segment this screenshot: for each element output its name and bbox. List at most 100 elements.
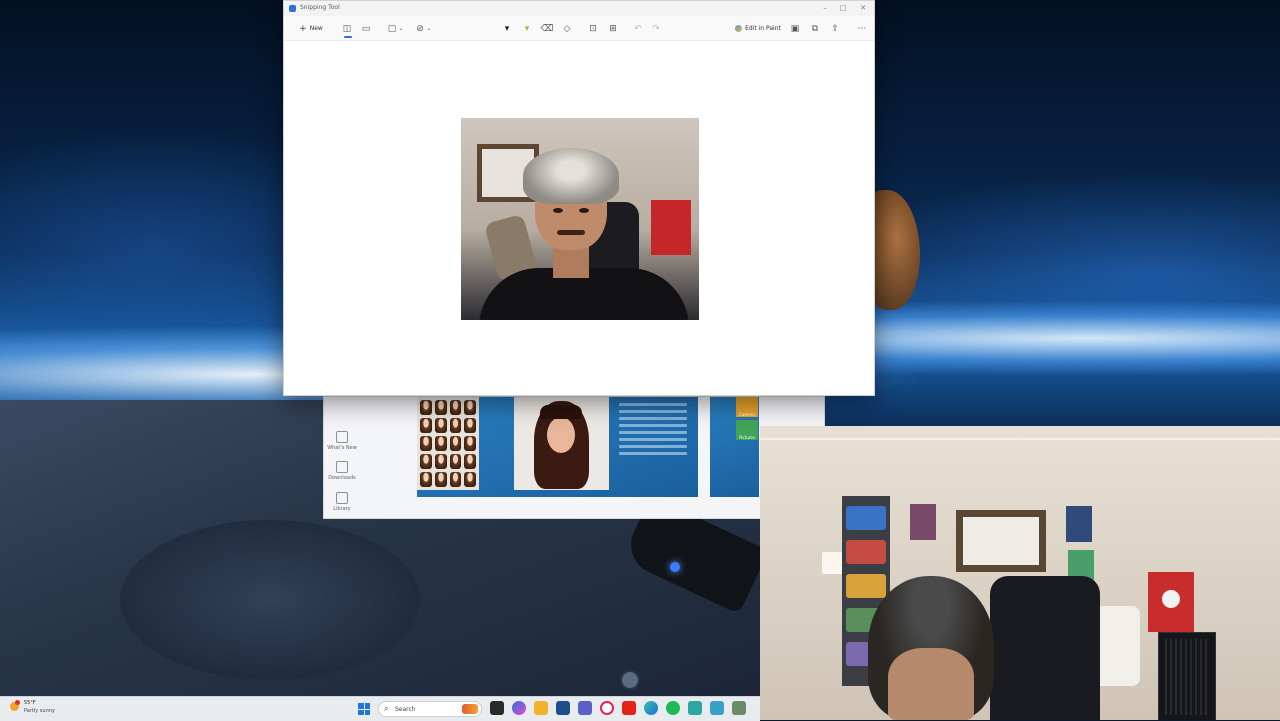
- calculator-icon[interactable]: [732, 701, 746, 715]
- start-button[interactable]: [358, 703, 370, 715]
- app-listing-card[interactable]: [417, 397, 698, 497]
- window-title: Snipping Tool: [300, 4, 340, 11]
- poster: [910, 504, 936, 540]
- share-icon: ⇪: [831, 23, 839, 34]
- redo-button[interactable]: ↷: [650, 22, 662, 35]
- pc-tower: [1158, 632, 1216, 720]
- tile-pictures: Pictures: [736, 420, 758, 440]
- edit-in-paint-label: Edit in Paint: [745, 25, 781, 32]
- minimize-button[interactable]: –: [818, 3, 832, 13]
- task-view-icon[interactable]: [490, 701, 504, 715]
- redo-icon: ↷: [652, 23, 660, 34]
- hairstyle-thumbnail-grid: [417, 397, 479, 490]
- sparkle-icon: [336, 431, 348, 443]
- gaming-chair: [990, 576, 1100, 720]
- timer-icon: ⊘: [416, 23, 424, 34]
- webcam-feed: [760, 426, 1280, 720]
- highlighter-button[interactable]: ▾: [521, 22, 533, 35]
- sidebar-item-label: Library: [333, 506, 351, 512]
- youtube-icon[interactable]: [622, 701, 636, 715]
- shapes-button[interactable]: ◇: [561, 22, 573, 35]
- copilot-icon[interactable]: [512, 701, 526, 715]
- search-label: Search: [395, 706, 416, 713]
- text-actions-icon: ⊞: [609, 23, 617, 34]
- spotify-icon[interactable]: [666, 701, 680, 715]
- red-flag: [1148, 572, 1194, 632]
- app-icon[interactable]: [688, 701, 702, 715]
- chevron-down-icon: ⌄: [426, 25, 432, 32]
- ballpoint-pen-button[interactable]: ▾: [501, 22, 513, 35]
- share-button[interactable]: ⇪: [829, 22, 841, 35]
- opera-icon[interactable]: [600, 701, 614, 715]
- background-app-window[interactable]: What's New Downloads Library Camera Pict…: [323, 396, 825, 519]
- search-highlight-icon: [462, 704, 478, 714]
- app-tiles: Camera Pictures: [736, 397, 760, 447]
- captured-screenshot[interactable]: [461, 118, 699, 320]
- card-description: [619, 403, 687, 459]
- mouse-led: [670, 562, 680, 572]
- close-button[interactable]: ✕: [856, 3, 870, 13]
- title-bar[interactable]: Snipping Tool – □ ✕: [284, 1, 874, 16]
- ceiling-edge: [760, 438, 1280, 440]
- sidebar-item-library[interactable]: Library: [324, 492, 360, 512]
- snip-canvas[interactable]: [284, 41, 874, 395]
- snip-mode-screenshot-button[interactable]: ◫: [341, 22, 353, 38]
- toolbar: + New ◫ ▭ ▢ ⌄ ⊘ ⌄ ▾ ▾ ⌫ ◇ ⊡ ⊞ ↶ ↷ Edit i…: [284, 16, 874, 41]
- eraser-button[interactable]: ⌫: [540, 22, 554, 35]
- edit-in-paint-button[interactable]: Edit in Paint: [731, 22, 785, 35]
- store-icon[interactable]: [556, 701, 570, 715]
- person-face: [888, 648, 974, 720]
- snipping-tool-app-icon: [289, 5, 296, 12]
- sidebar-item-whats-new[interactable]: What's New: [324, 431, 360, 451]
- snip-shape-dropdown[interactable]: ▢ ⌄: [386, 22, 404, 35]
- weather-temperature: 55°F: [24, 700, 36, 706]
- new-button-label: New: [309, 25, 323, 32]
- more-options-button[interactable]: ⋯: [856, 22, 868, 35]
- eraser-icon: ⌫: [540, 23, 554, 34]
- cloud-download-icon: [336, 461, 348, 473]
- sidebar-item-label: What's New: [327, 445, 357, 451]
- app-sidebar: What's New Downloads Library: [324, 397, 360, 518]
- copy-button[interactable]: ⧉: [809, 22, 821, 35]
- shapes-icon: ◇: [563, 23, 571, 34]
- shirt-button: [620, 670, 640, 690]
- crop-button[interactable]: ⊡: [587, 22, 599, 35]
- snipping-tool-window[interactable]: Snipping Tool – □ ✕ + New ◫ ▭ ▢ ⌄ ⊘ ⌄ ▾ …: [283, 0, 875, 396]
- video-camera-icon: ▭: [361, 23, 371, 34]
- shirt-fold: [120, 520, 420, 680]
- camera-icon: ◫: [342, 23, 352, 34]
- teams-icon[interactable]: [578, 701, 592, 715]
- edge-icon[interactable]: [644, 701, 658, 715]
- crop-icon: ⊡: [589, 23, 597, 34]
- poster: [1066, 506, 1092, 542]
- rectangle-icon: ▢: [387, 23, 397, 34]
- hairstyle-model-preview: [514, 397, 609, 490]
- plus-icon: +: [299, 23, 307, 34]
- pen-icon: ▾: [504, 23, 510, 34]
- library-icon: [336, 492, 348, 504]
- maximize-button[interactable]: □: [836, 3, 850, 13]
- file-explorer-icon[interactable]: [534, 701, 548, 715]
- text-actions-button[interactable]: ⊞: [607, 22, 619, 35]
- mirror: [956, 510, 1046, 572]
- app-listing-card-second[interactable]: Camera Pictures: [710, 397, 759, 497]
- snip-delay-dropdown[interactable]: ⊘ ⌄: [414, 22, 432, 35]
- chevron-down-icon: ⌄: [398, 25, 404, 32]
- copy-icon: ⧉: [811, 23, 819, 34]
- save-icon: ▣: [790, 23, 800, 34]
- taskbar-search[interactable]: ⌕ Search: [378, 701, 482, 717]
- undo-button[interactable]: ↶: [632, 22, 644, 35]
- app-icon[interactable]: [710, 701, 724, 715]
- save-button[interactable]: ▣: [789, 22, 801, 35]
- sidebar-item-downloads[interactable]: Downloads: [324, 461, 360, 481]
- taskbar: 55°F Partly sunny ⌕ Search: [0, 696, 760, 721]
- search-icon: ⌕: [384, 704, 389, 713]
- snip-mode-record-button[interactable]: ▭: [360, 22, 372, 35]
- weather-widget[interactable]: 55°F Partly sunny: [10, 700, 80, 718]
- sidebar-item-label: Downloads: [328, 475, 356, 481]
- notification-badge: [15, 700, 20, 705]
- tile-camera: Camera: [736, 397, 758, 417]
- paint-icon: [735, 25, 743, 32]
- undo-icon: ↶: [634, 23, 642, 34]
- new-snip-button[interactable]: + New: [296, 22, 326, 35]
